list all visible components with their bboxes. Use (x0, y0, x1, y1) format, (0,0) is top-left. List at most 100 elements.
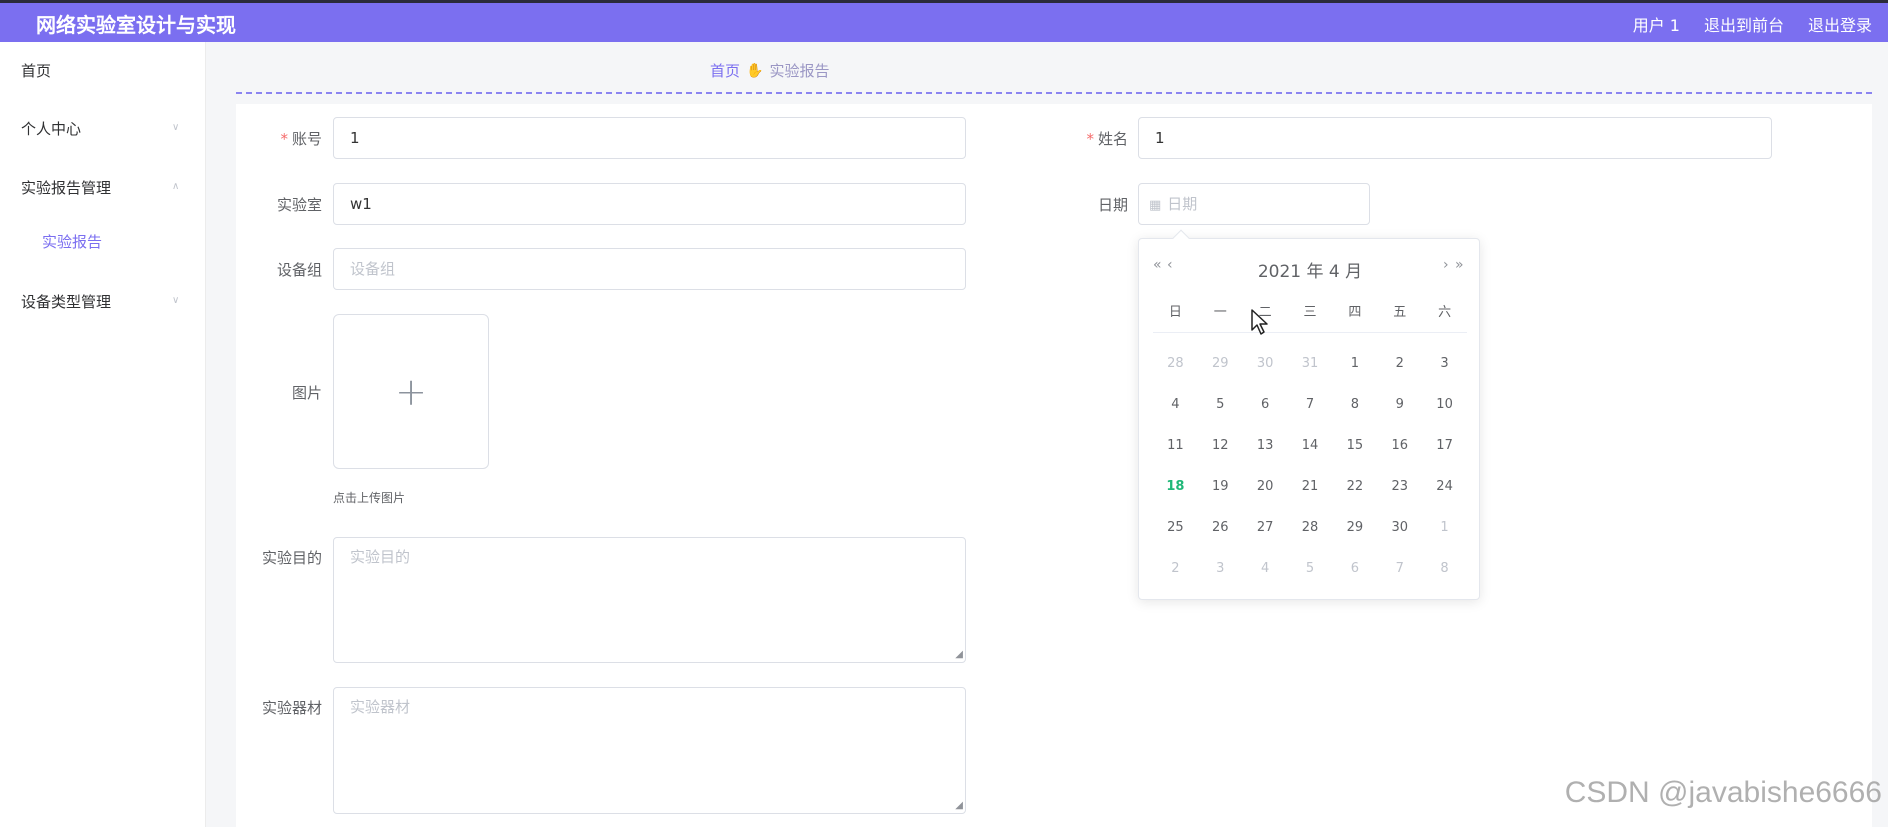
equipment-label: 实验器材 (261, 699, 322, 717)
calendar-day[interactable]: 29 (1332, 507, 1377, 548)
calendar-day[interactable]: 8 (1422, 548, 1467, 589)
weekday-label: 日 (1168, 305, 1182, 320)
chevron-up-icon: ∧ (172, 181, 180, 192)
calendar-day[interactable]: 8 (1332, 384, 1377, 425)
day-grid: 28 29 30 31 1 2 3 4 5 6 7 8 9 10 11 12 13 14 15 16 17 18 19 20 2… (1153, 343, 1467, 589)
breadcrumb: 首页 ✋ 实验报告 (710, 60, 829, 81)
calendar-day[interactable]: 1 (1332, 343, 1377, 384)
weekday-label: 三 (1303, 305, 1317, 320)
date-picker-panel: « ‹ 2021 年 4 月 › » 日一二三四五六 28 29 30 31 1 2 3 4 5… (1138, 229, 1480, 600)
calendar-day[interactable]: 27 (1243, 507, 1288, 548)
purpose-label: 实验目的 (261, 549, 322, 567)
chevron-down-icon: ∨ (172, 122, 180, 133)
calendar-day[interactable]: 3 (1198, 548, 1243, 589)
calendar-day[interactable]: 18 (1153, 466, 1198, 507)
calendar-day[interactable]: 14 (1288, 425, 1333, 466)
calendar-day[interactable]: 11 (1153, 425, 1198, 466)
calendar-day[interactable]: 7 (1288, 384, 1333, 425)
breadcrumb-home[interactable]: 首页 (710, 60, 740, 81)
date-placeholder: 日期 (1167, 195, 1198, 213)
exit-to-front-link[interactable]: 退出到前台 (1704, 12, 1784, 36)
calendar-day[interactable]: 20 (1243, 466, 1288, 507)
calendar-day[interactable]: 2 (1377, 343, 1422, 384)
purpose-placeholder: 实验目的 (350, 548, 411, 566)
required-mark: * (280, 130, 288, 148)
account-label: * 账号 (280, 130, 322, 148)
calendar-day[interactable]: 31 (1288, 343, 1333, 384)
app-title: 网络实验室设计与实现 (36, 13, 236, 37)
calendar-day[interactable]: 5 (1288, 548, 1333, 589)
top-bar: 网络实验室设计与实现 用户 1 退出到前台 退出登录 (0, 0, 1888, 42)
weekday-label: 五 (1393, 305, 1407, 320)
sidebar-item-report[interactable]: 实验报告 (42, 231, 102, 252)
calendar-day[interactable]: 5 (1198, 384, 1243, 425)
calendar-day[interactable]: 9 (1377, 384, 1422, 425)
weekday-label: 一 (1213, 305, 1227, 320)
next-year-icon[interactable]: » (1455, 257, 1464, 273)
user-link[interactable]: 用户 1 (1633, 12, 1680, 36)
required-mark: * (1086, 130, 1094, 148)
calendar-day[interactable]: 25 (1153, 507, 1198, 548)
calendar-day[interactable]: 7 (1377, 548, 1422, 589)
image-label: 图片 (291, 384, 322, 402)
lab-label: 实验室 (276, 196, 322, 214)
device-group-input[interactable]: 设备组 (333, 248, 966, 290)
account-input[interactable]: 1 (333, 117, 966, 159)
calendar-day[interactable]: 16 (1377, 425, 1422, 466)
calendar-day[interactable]: 26 (1198, 507, 1243, 548)
equipment-textarea[interactable]: 实验器材 ◢ (333, 687, 966, 814)
sidebar: 首页 个人中心 ∨ 实验报告管理 ∧ 实验报告 设备类型管理 ∨ (0, 42, 206, 827)
calendar-day[interactable]: 21 (1288, 466, 1333, 507)
lab-input[interactable]: w1 (333, 183, 966, 225)
calendar-day[interactable]: 4 (1153, 384, 1198, 425)
calendar-day[interactable]: 17 (1422, 425, 1467, 466)
sidebar-item-report-management[interactable]: 实验报告管理 (21, 177, 111, 198)
date-input[interactable]: ▦ 日期 (1138, 183, 1370, 225)
calendar-day[interactable]: 12 (1198, 425, 1243, 466)
hand-icon: ✋ (746, 62, 764, 79)
device-group-label: 设备组 (276, 261, 322, 279)
resize-handle-icon[interactable]: ◢ (955, 800, 963, 811)
next-month-icon[interactable]: › (1443, 257, 1449, 273)
calendar-day[interactable]: 10 (1422, 384, 1467, 425)
weekday-label: 六 (1438, 305, 1452, 320)
sidebar-item-device-type-management[interactable]: 设备类型管理 (21, 291, 111, 312)
plus-icon: + (395, 369, 427, 414)
resize-handle-icon[interactable]: ◢ (955, 649, 963, 660)
calendar-day[interactable]: 22 (1332, 466, 1377, 507)
calendar-day[interactable]: 30 (1377, 507, 1422, 548)
equipment-placeholder: 实验器材 (350, 698, 411, 716)
calendar-day[interactable]: 13 (1243, 425, 1288, 466)
mouse-cursor-icon (1251, 309, 1268, 335)
top-links: 用户 1 退出到前台 退出登录 (1633, 12, 1872, 36)
upload-tip: 点击上传图片 (333, 491, 406, 505)
name-input[interactable]: 1 (1138, 117, 1772, 159)
divider (236, 92, 1872, 94)
chevron-down-icon: ∨ (172, 295, 180, 306)
calendar-day[interactable]: 6 (1243, 384, 1288, 425)
calendar-day[interactable]: 23 (1377, 466, 1422, 507)
calendar-icon: ▦ (1149, 198, 1162, 213)
breadcrumb-current: 实验报告 (769, 62, 830, 80)
calendar-day[interactable]: 1 (1422, 507, 1467, 548)
logout-link[interactable]: 退出登录 (1808, 12, 1872, 36)
calendar-day[interactable]: 24 (1422, 466, 1467, 507)
date-label: 日期 (1097, 196, 1128, 214)
calendar-day[interactable]: 4 (1243, 548, 1288, 589)
name-label: * 姓名 (1086, 130, 1128, 148)
calendar-day[interactable]: 29 (1198, 343, 1243, 384)
sidebar-item-home[interactable]: 首页 (21, 60, 51, 81)
calendar-day[interactable]: 6 (1332, 548, 1377, 589)
calendar-day[interactable]: 28 (1153, 343, 1198, 384)
calendar-day[interactable]: 15 (1332, 425, 1377, 466)
calendar-day[interactable]: 3 (1422, 343, 1467, 384)
date-picker-title: 2021 年 4 月 (1257, 262, 1363, 282)
sidebar-item-personal-center[interactable]: 个人中心 (21, 118, 81, 139)
weekday-header: 日一二三四五六 (1153, 301, 1467, 333)
image-upload[interactable]: + (333, 314, 489, 469)
calendar-day[interactable]: 2 (1153, 548, 1198, 589)
purpose-textarea[interactable]: 实验目的 ◢ (333, 537, 966, 663)
calendar-day[interactable]: 28 (1288, 507, 1333, 548)
calendar-day[interactable]: 30 (1243, 343, 1288, 384)
calendar-day[interactable]: 19 (1198, 466, 1243, 507)
